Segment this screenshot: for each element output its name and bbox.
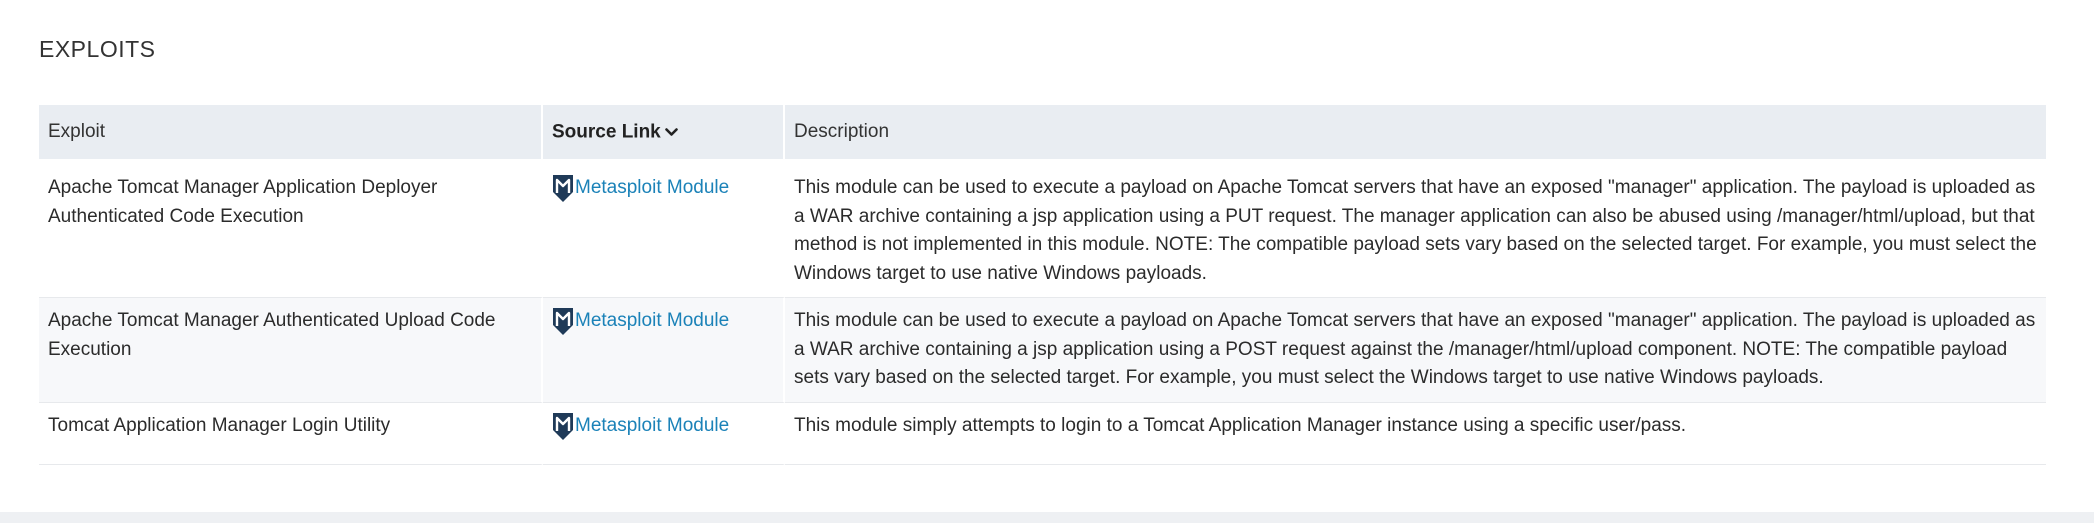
column-header-description-label: Description: [794, 120, 890, 142]
column-header-description[interactable]: Description: [785, 105, 2046, 159]
metasploit-module-link[interactable]: Metasploit Module: [552, 412, 729, 441]
column-header-exploit[interactable]: Exploit: [39, 105, 543, 159]
column-header-exploit-label: Exploit: [48, 120, 106, 142]
metasploit-icon: [553, 175, 573, 202]
exploit-name-cell: Apache Tomcat Manager Application Deploy…: [39, 159, 543, 298]
exploit-name-cell: Apache Tomcat Manager Authenticated Uplo…: [39, 298, 543, 403]
table-row: Apache Tomcat Manager Application Deploy…: [39, 159, 2046, 298]
table-header-row: Exploit Source Link Description: [39, 105, 2046, 159]
description-cell: This module can be used to execute a pay…: [785, 298, 2046, 403]
source-link-cell: Metasploit Module: [543, 159, 785, 298]
column-header-source-link[interactable]: Source Link: [543, 105, 785, 159]
description-cell: This module can be used to execute a pay…: [785, 159, 2046, 298]
exploits-table: Exploit Source Link Description Apache T…: [39, 105, 2046, 465]
metasploit-module-link[interactable]: Metasploit Module: [552, 307, 729, 336]
metasploit-link-label: Metasploit Module: [575, 414, 730, 436]
metasploit-link-label: Metasploit Module: [575, 310, 730, 331]
metasploit-module-link[interactable]: Metasploit Module: [552, 174, 729, 203]
description-cell: This module simply attempts to login to …: [785, 403, 2046, 465]
source-link-cell: Metasploit Module: [543, 298, 785, 403]
chevron-down-icon: [664, 118, 678, 147]
metasploit-link-label: Metasploit Module: [575, 177, 730, 198]
table-row: Tomcat Application Manager Login Utility…: [39, 402, 2046, 465]
source-link-cell: Metasploit Module: [543, 402, 785, 465]
table-row: Apache Tomcat Manager Authenticated Uplo…: [39, 298, 2046, 403]
exploit-name-cell: Tomcat Application Manager Login Utility: [39, 402, 543, 465]
metasploit-icon: [553, 308, 573, 335]
column-header-source-label: Source Link: [552, 120, 661, 142]
exploits-panel: EXPLOITS Exploit Source Link Description…: [0, 0, 2094, 512]
section-title: EXPLOITS: [39, 36, 156, 62]
metasploit-icon: [553, 412, 573, 440]
